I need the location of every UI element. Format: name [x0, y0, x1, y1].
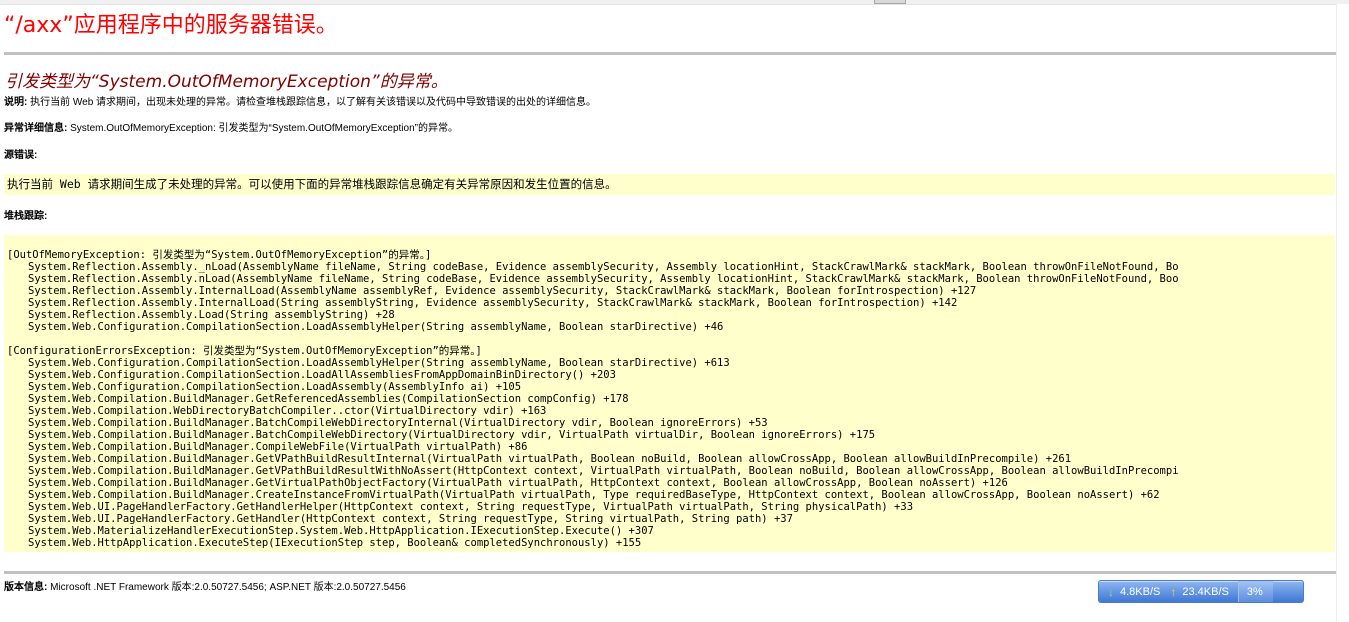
- exception-details-label: 异常详细信息:: [4, 123, 68, 134]
- page-heading: “/axx”应用程序中的服务器错误。: [4, 13, 338, 38]
- upload-segment: ↑ 23.4KB/S: [1160, 581, 1228, 602]
- stack-exception-header: [OutOfMemoryException: 引发类型为“System.OutO…: [7, 249, 432, 261]
- upload-speed: 23.4KB/S: [1182, 585, 1229, 598]
- stack-frame: System.Web.UI.PageHandlerFactory.GetHand…: [28, 501, 914, 513]
- stack-frame: System.Web.Compilation.BuildManager.Comp…: [28, 441, 528, 453]
- stack-frame: System.Web.Compilation.BuildManager.Batc…: [28, 429, 876, 441]
- stack-frame: System.Web.Compilation.BuildManager.GetV…: [28, 477, 1008, 489]
- version-info-line: 版本信息: Microsoft .NET Framework 版本:2.0.50…: [4, 581, 406, 594]
- source-error-label: 源错误:: [4, 150, 38, 161]
- cpu-percent: 3%: [1237, 581, 1273, 602]
- stack-frame: System.Web.Configuration.CompilationSect…: [28, 321, 724, 333]
- stack-frame: System.Web.UI.PageHandlerFactory.GetHand…: [28, 513, 793, 525]
- description-text: 执行当前 Web 请求期间，出现未处理的异常。请检查堆栈跟踪信息，以了解有关该错…: [30, 97, 597, 108]
- stack-block-gap: [7, 333, 1179, 345]
- bottom-divider: [4, 571, 1336, 574]
- stack-frame: System.Web.Compilation.BuildManager.GetV…: [28, 465, 1179, 477]
- browser-top-strip: [0, 0, 1349, 5]
- version-info-label: 版本信息:: [4, 582, 48, 593]
- stack-frame: System.Web.Configuration.CompilationSect…: [28, 357, 730, 369]
- stack-frame: System.Web.HttpApplication.ExecuteStep(I…: [28, 537, 642, 549]
- version-info-text: Microsoft .NET Framework 版本:2.0.50727.54…: [50, 582, 406, 593]
- stack-frame: System.Reflection.Assembly.InternalLoad(…: [28, 285, 977, 297]
- stack-frame: System.Reflection.Assembly.nLoad(Assembl…: [28, 273, 1179, 285]
- stack-frame: System.Web.MaterializeHandlerExecutionSt…: [28, 525, 654, 537]
- source-error-box: 执行当前 Web 请求期间生成了未处理的异常。可以使用下面的异常堆栈跟踪信息确定…: [4, 174, 1335, 195]
- exception-details-line: 异常详细信息: System.OutOfMemoryException: 引发类…: [4, 122, 458, 135]
- stack-frame: System.Web.Compilation.BuildManager.GetR…: [28, 393, 629, 405]
- stack-frame: System.Web.Configuration.CompilationSect…: [28, 369, 616, 381]
- description-label: 说明:: [4, 97, 28, 108]
- description-line: 说明: 执行当前 Web 请求期间，出现未处理的异常。请检查堆栈跟踪信息，以了解…: [4, 96, 596, 109]
- exception-title: 引发类型为“System.OutOfMemoryException”的异常。: [5, 72, 448, 92]
- stack-trace-label: 堆栈跟踪:: [4, 211, 48, 222]
- network-speed-meter[interactable]: ↓ 4.8KB/S ↑ 23.4KB/S 3%: [1098, 580, 1304, 603]
- stack-frame: System.Reflection.Assembly.Load(String a…: [28, 309, 395, 321]
- stack-frame: System.Web.Configuration.CompilationSect…: [28, 381, 522, 393]
- stack-frame: System.Web.Compilation.BuildManager.Batc…: [28, 417, 768, 429]
- exception-details-text: System.OutOfMemoryException: 引发类型为“Syste…: [70, 123, 458, 134]
- page-scrollbar[interactable]: [1336, 4, 1349, 622]
- stack-trace-code: [OutOfMemoryException: 引发类型为“System.OutO…: [7, 249, 1179, 549]
- stack-frame: System.Web.Compilation.WebDirectoryBatch…: [28, 405, 547, 417]
- stack-exception-header: [ConfigurationErrorsException: 引发类型为“Sys…: [7, 345, 482, 357]
- browser-tab-fragment[interactable]: [874, 0, 906, 4]
- stack-frame: System.Reflection.Assembly.InternalLoad(…: [28, 297, 958, 309]
- source-error-heading: 源错误:: [4, 149, 37, 162]
- download-speed: 4.8KB/S: [1120, 585, 1161, 598]
- stack-trace-heading: 堆栈跟踪:: [4, 210, 47, 223]
- arrow-up-icon: ↑: [1170, 584, 1177, 599]
- stack-trace-box: [OutOfMemoryException: 引发类型为“System.OutO…: [4, 235, 1335, 552]
- stack-frame: System.Web.Compilation.BuildManager.GetV…: [28, 453, 1072, 465]
- top-divider: [4, 52, 1336, 55]
- download-segment: ↓ 4.8KB/S: [1099, 581, 1160, 602]
- stack-frame: System.Reflection.Assembly._nLoad(Assemb…: [28, 261, 1179, 273]
- arrow-down-icon: ↓: [1108, 584, 1114, 599]
- source-error-text: 执行当前 Web 请求期间生成了未处理的异常。可以使用下面的异常堆栈跟踪信息确定…: [7, 177, 617, 191]
- stack-frame: System.Web.Compilation.BuildManager.Crea…: [28, 489, 1160, 501]
